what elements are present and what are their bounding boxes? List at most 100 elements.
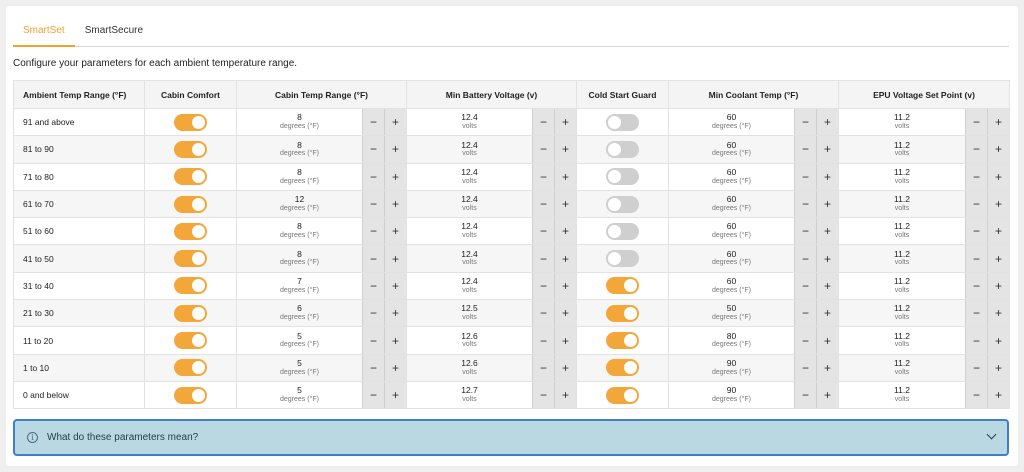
min-coolant-increment-button[interactable]: +	[816, 218, 838, 245]
cabin-temp-decrement-button[interactable]: −	[362, 381, 384, 409]
epu-voltage-decrement-button[interactable]: −	[965, 190, 987, 218]
cabin-temp-decrement-button[interactable]: −	[362, 163, 384, 190]
cabin-temp-decrement-button[interactable]: −	[362, 218, 384, 245]
cabin-comfort-toggle[interactable]	[174, 386, 207, 404]
cabin-temp-increment-button[interactable]: +	[384, 136, 406, 163]
epu-voltage-decrement-button[interactable]: −	[965, 381, 987, 409]
min-coolant-increment-button[interactable]: +	[816, 354, 838, 381]
min-coolant-increment-button[interactable]: +	[816, 327, 838, 354]
min-coolant-decrement-button[interactable]: −	[794, 109, 816, 136]
epu-voltage-increment-button[interactable]: +	[987, 136, 1009, 163]
epu-voltage-decrement-button[interactable]: −	[965, 245, 987, 272]
cabin-temp-increment-button[interactable]: +	[384, 245, 406, 272]
epu-voltage-increment-button[interactable]: +	[987, 327, 1009, 354]
cabin-temp-increment-button[interactable]: +	[384, 218, 406, 245]
epu-voltage-decrement-button[interactable]: −	[965, 272, 987, 300]
cabin-comfort-toggle[interactable]	[174, 113, 207, 131]
cabin-temp-increment-button[interactable]: +	[384, 327, 406, 354]
epu-voltage-increment-button[interactable]: +	[987, 381, 1009, 409]
min-battery-increment-button[interactable]: +	[554, 218, 576, 245]
min-battery-increment-button[interactable]: +	[554, 272, 576, 300]
min-coolant-decrement-button[interactable]: −	[794, 300, 816, 327]
cabin-comfort-toggle[interactable]	[174, 332, 207, 350]
min-coolant-increment-button[interactable]: +	[816, 163, 838, 190]
epu-voltage-increment-button[interactable]: +	[987, 354, 1009, 381]
min-battery-decrement-button[interactable]: −	[532, 218, 554, 245]
epu-voltage-increment-button[interactable]: +	[987, 300, 1009, 327]
cabin-temp-decrement-button[interactable]: −	[362, 272, 384, 300]
epu-voltage-increment-button[interactable]: +	[987, 109, 1009, 136]
min-battery-decrement-button[interactable]: −	[532, 136, 554, 163]
min-coolant-increment-button[interactable]: +	[816, 300, 838, 327]
cabin-comfort-toggle[interactable]	[174, 195, 207, 213]
cabin-temp-decrement-button[interactable]: −	[362, 190, 384, 218]
cabin-comfort-toggle[interactable]	[174, 222, 207, 240]
cabin-comfort-toggle[interactable]	[174, 168, 207, 186]
epu-voltage-decrement-button[interactable]: −	[965, 163, 987, 190]
min-coolant-decrement-button[interactable]: −	[794, 218, 816, 245]
min-battery-decrement-button[interactable]: −	[532, 109, 554, 136]
min-battery-decrement-button[interactable]: −	[532, 354, 554, 381]
cabin-temp-decrement-button[interactable]: −	[362, 354, 384, 381]
cabin-temp-decrement-button[interactable]: −	[362, 109, 384, 136]
epu-voltage-decrement-button[interactable]: −	[965, 218, 987, 245]
cabin-temp-decrement-button[interactable]: −	[362, 300, 384, 327]
cabin-temp-increment-button[interactable]: +	[384, 272, 406, 300]
cabin-temp-decrement-button[interactable]: −	[362, 327, 384, 354]
epu-voltage-increment-button[interactable]: +	[987, 163, 1009, 190]
min-coolant-decrement-button[interactable]: −	[794, 245, 816, 272]
cabin-comfort-toggle[interactable]	[174, 359, 207, 377]
cold-start-guard-toggle[interactable]	[606, 168, 639, 186]
cold-start-guard-toggle[interactable]	[606, 140, 639, 158]
min-coolant-increment-button[interactable]: +	[816, 190, 838, 218]
min-battery-increment-button[interactable]: +	[554, 381, 576, 409]
cold-start-guard-toggle[interactable]	[606, 304, 639, 322]
min-coolant-increment-button[interactable]: +	[816, 272, 838, 300]
cold-start-guard-toggle[interactable]	[606, 195, 639, 213]
cabin-temp-increment-button[interactable]: +	[384, 354, 406, 381]
min-coolant-decrement-button[interactable]: −	[794, 327, 816, 354]
cabin-temp-decrement-button[interactable]: −	[362, 136, 384, 163]
min-battery-decrement-button[interactable]: −	[532, 163, 554, 190]
epu-voltage-decrement-button[interactable]: −	[965, 300, 987, 327]
parameters-help-accordion[interactable]: i What do these parameters mean?	[13, 419, 1009, 456]
min-coolant-decrement-button[interactable]: −	[794, 190, 816, 218]
min-battery-decrement-button[interactable]: −	[532, 245, 554, 272]
cabin-temp-increment-button[interactable]: +	[384, 163, 406, 190]
min-battery-decrement-button[interactable]: −	[532, 381, 554, 409]
cold-start-guard-toggle[interactable]	[606, 222, 639, 240]
min-coolant-decrement-button[interactable]: −	[794, 272, 816, 300]
cold-start-guard-toggle[interactable]	[606, 277, 639, 295]
min-battery-decrement-button[interactable]: −	[532, 190, 554, 218]
cold-start-guard-toggle[interactable]	[606, 359, 639, 377]
epu-voltage-increment-button[interactable]: +	[987, 245, 1009, 272]
cabin-comfort-toggle[interactable]	[174, 140, 207, 158]
min-coolant-increment-button[interactable]: +	[816, 245, 838, 272]
epu-voltage-decrement-button[interactable]: −	[965, 136, 987, 163]
cabin-comfort-toggle[interactable]	[174, 250, 207, 268]
min-coolant-decrement-button[interactable]: −	[794, 163, 816, 190]
min-coolant-increment-button[interactable]: +	[816, 381, 838, 409]
cabin-comfort-toggle[interactable]	[174, 277, 207, 295]
cold-start-guard-toggle[interactable]	[606, 386, 639, 404]
cabin-temp-decrement-button[interactable]: −	[362, 245, 384, 272]
min-battery-increment-button[interactable]: +	[554, 136, 576, 163]
cold-start-guard-toggle[interactable]	[606, 113, 639, 131]
min-battery-increment-button[interactable]: +	[554, 190, 576, 218]
min-battery-increment-button[interactable]: +	[554, 327, 576, 354]
cold-start-guard-toggle[interactable]	[606, 250, 639, 268]
cabin-temp-increment-button[interactable]: +	[384, 190, 406, 218]
epu-voltage-increment-button[interactable]: +	[987, 218, 1009, 245]
min-coolant-decrement-button[interactable]: −	[794, 354, 816, 381]
cabin-temp-increment-button[interactable]: +	[384, 109, 406, 136]
cabin-temp-increment-button[interactable]: +	[384, 300, 406, 327]
cabin-comfort-toggle[interactable]	[174, 304, 207, 322]
min-battery-increment-button[interactable]: +	[554, 163, 576, 190]
cabin-temp-increment-button[interactable]: +	[384, 381, 406, 409]
min-battery-increment-button[interactable]: +	[554, 354, 576, 381]
min-coolant-increment-button[interactable]: +	[816, 109, 838, 136]
epu-voltage-decrement-button[interactable]: −	[965, 327, 987, 354]
min-battery-decrement-button[interactable]: −	[532, 300, 554, 327]
cold-start-guard-toggle[interactable]	[606, 332, 639, 350]
min-coolant-increment-button[interactable]: +	[816, 136, 838, 163]
